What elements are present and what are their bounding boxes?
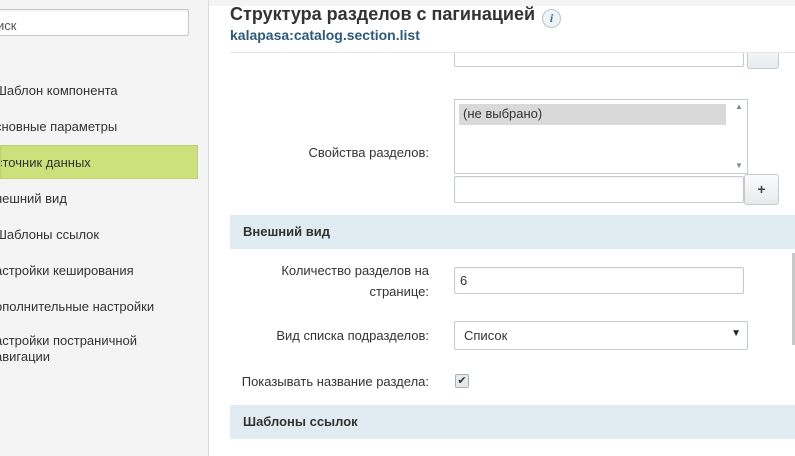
sidebar-item-caching[interactable]: астройки кеширования [0,252,198,288]
list-type-select[interactable]: Список ▼ [454,321,748,350]
sidebar-search-input[interactable] [0,9,189,36]
sidebar-item-appearance[interactable]: нешний вид [0,180,198,216]
show-name-checkbox[interactable]: ✔ [455,374,469,388]
multiselect-scrollbar[interactable]: ▲ ▼ [731,100,747,173]
section-props-multiselect[interactable]: (не выбрано) ▲ ▼ [454,99,748,174]
show-name-label: Показывать название раздела: [241,374,429,389]
sidebar-nav: Шаблон компонента сновные параметры сточ… [0,72,198,370]
partial-input-field[interactable] [454,53,744,67]
list-type-selected-value: Список [464,328,508,343]
section-props-label: Свойства разделов: [308,145,429,160]
sidebar-item-additional[interactable]: ополнительные настройки [0,288,198,324]
sidebar-item-label: Шаблоны ссылок [0,226,100,242]
sidebar-item-label: сновные параметры [0,118,118,134]
sidebar-item-data-source[interactable]: сточник данных [0,145,198,179]
section-props-extra-input[interactable] [454,176,744,203]
per-page-label: Количество разделов на странице: [249,260,429,302]
sidebar-item-label: нешний вид [0,190,67,206]
component-code: kalapasa:catalog.section.list [230,27,420,43]
sidebar-item-label: астройки постраничной авигации [0,333,138,364]
sidebar-item-basic-params[interactable]: сновные параметры [0,108,198,144]
scroll-down-icon[interactable]: ▼ [735,161,743,170]
per-page-label-line1: Количество разделов на [281,263,429,278]
list-type-label: Вид списка подразделов: [276,328,429,343]
sidebar-item-label: астройки кеширования [0,262,134,278]
sidebar-item-label: сточник данных [0,154,91,170]
settings-sidebar: Шаблон компонента сновные параметры сточ… [0,0,209,456]
sidebar-item-label: Шаблон компонента [0,82,118,98]
info-icon[interactable]: i [542,9,561,28]
settings-scroll-area[interactable]: Свойства разделов: (не выбрано) ▲ ▼ + Вн… [209,53,795,456]
page-title: Структура разделов с пагинацией [230,4,536,24]
section-header-link-templates: Шаблоны ссылок [230,405,795,439]
partial-button[interactable] [747,53,779,69]
add-property-button[interactable]: + [744,174,779,205]
per-page-label-line2: странице: [369,284,430,299]
scroll-up-icon[interactable]: ▲ [735,102,743,111]
sidebar-item-template[interactable]: Шаблон компонента [0,72,198,108]
sidebar-item-link-templates[interactable]: Шаблоны ссылок [0,216,198,252]
multiselect-option[interactable]: (не выбрано) [459,104,726,125]
sidebar-item-pagination[interactable]: астройки постраничной авигации [0,324,198,370]
per-page-input[interactable] [454,267,744,294]
settings-main-panel: Структура разделов с пагинацией i kalapa… [209,0,795,456]
sidebar-item-label: ополнительные настройки [0,298,155,314]
section-header-appearance: Внешний вид [230,215,795,249]
dropdown-arrow-icon: ▼ [731,328,741,339]
component-settings-dialog: Шаблон компонента сновные параметры сточ… [0,0,795,456]
